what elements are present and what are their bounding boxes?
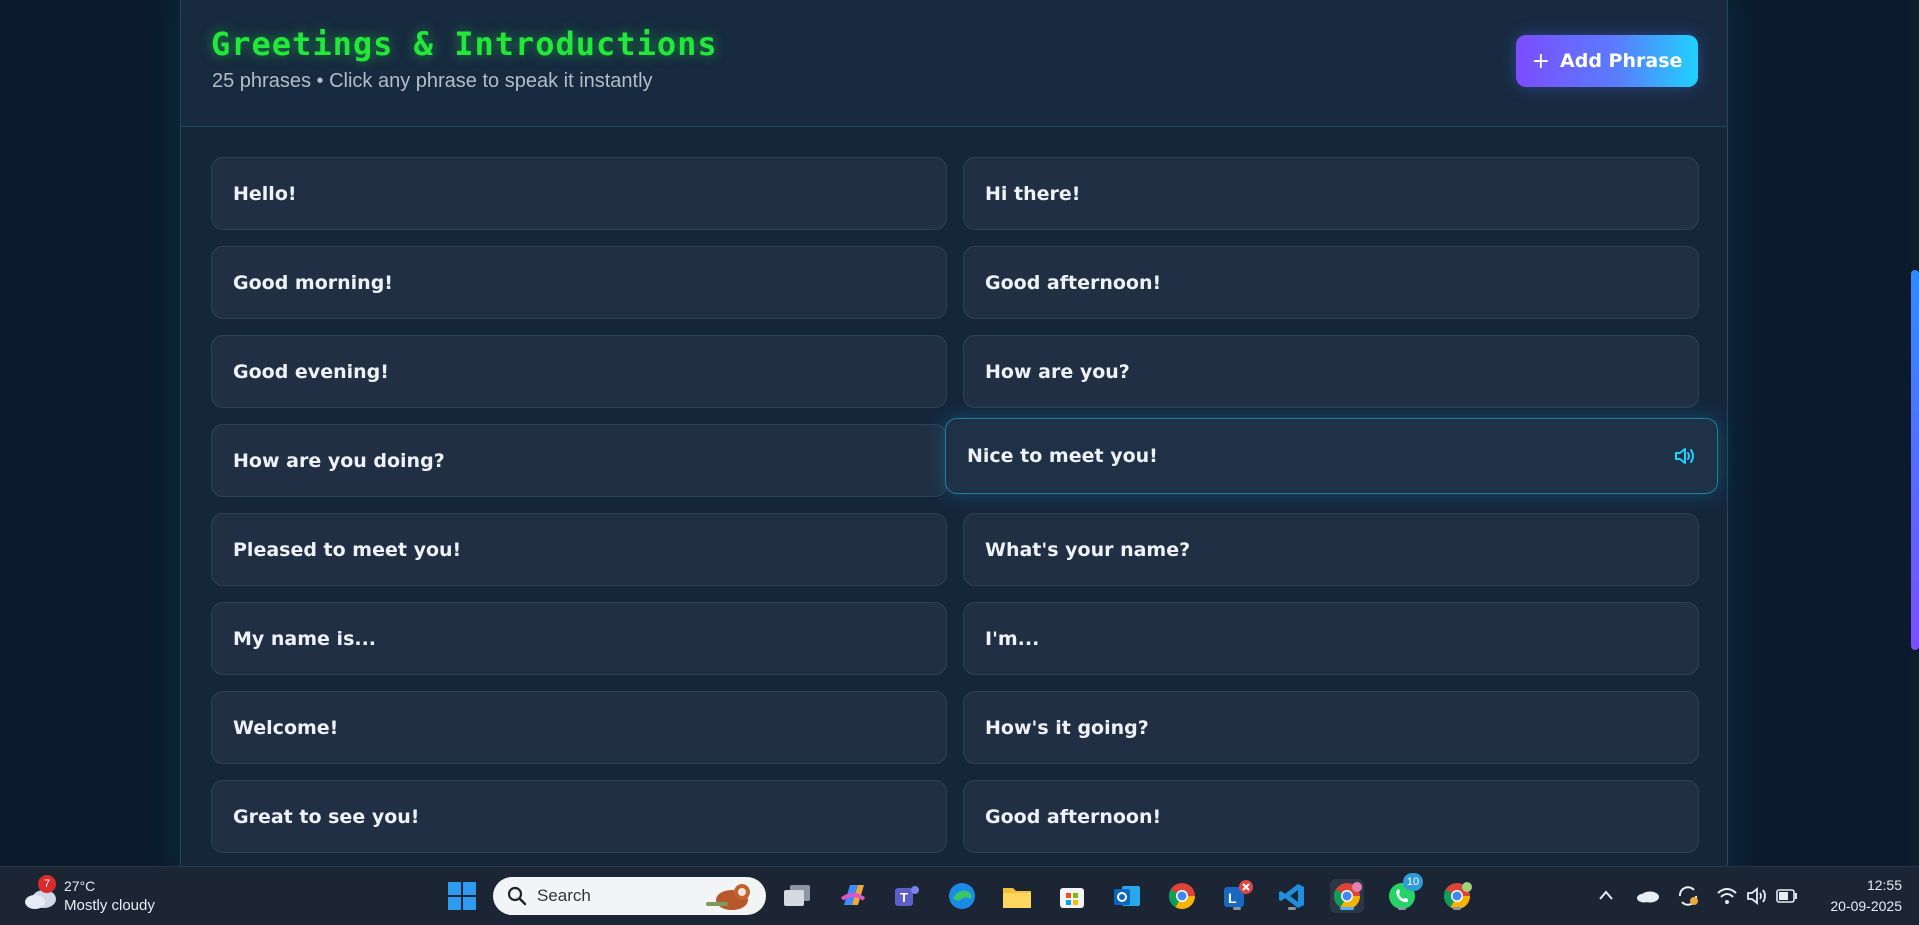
task-view-icon[interactable]	[780, 879, 814, 913]
battery-icon[interactable]	[1776, 889, 1798, 903]
scrollbar-thumb[interactable]	[1911, 270, 1919, 650]
phrase-card[interactable]: Good afternoon!	[963, 780, 1699, 853]
chrome-active-icon[interactable]	[1330, 879, 1364, 913]
phrase-card[interactable]: Great to see you!	[211, 780, 947, 853]
phrase-card[interactable]: Pleased to meet you!	[211, 513, 947, 586]
clock-date[interactable]: 20-09-2025	[1808, 898, 1902, 914]
chrome-profile-icon[interactable]	[1440, 879, 1474, 913]
phrase-card[interactable]: Good evening!	[211, 335, 947, 408]
speaker-icon[interactable]	[1673, 445, 1697, 467]
store-icon[interactable]	[1055, 879, 1089, 913]
phrase-card[interactable]: How are you?	[963, 335, 1699, 408]
phrase-card[interactable]: How's it going?	[963, 691, 1699, 764]
weather-temp: 27°C	[64, 878, 96, 894]
page-subtitle: 25 phrases • Click any phrase to speak i…	[212, 70, 653, 92]
weather-alert-badge: 7	[38, 875, 56, 893]
svg-text:L: L	[1228, 890, 1237, 906]
phrase-card[interactable]: Hello!	[211, 157, 947, 230]
active-indicator	[1340, 907, 1354, 910]
running-indicator	[1398, 907, 1406, 910]
phrase-text: Good morning!	[233, 271, 393, 294]
svg-text:T: T	[900, 890, 908, 905]
whatsapp-count-badge: 10	[1403, 873, 1423, 891]
phrase-card[interactable]: How are you doing?	[211, 424, 947, 497]
red-panda-icon	[706, 884, 750, 910]
running-indicator	[1233, 907, 1241, 910]
phrase-card[interactable]: Hi there!	[963, 157, 1699, 230]
phrase-card[interactable]: What's your name?	[963, 513, 1699, 586]
chrome-icon[interactable]	[1165, 879, 1199, 913]
running-indicator	[1453, 907, 1461, 910]
outlook-icon[interactable]	[1110, 879, 1144, 913]
phrase-text: I'm...	[985, 627, 1040, 650]
phrase-card-active[interactable]: Nice to meet you!	[945, 418, 1718, 494]
taskbar: 7 27°C Mostly cloudy Search T L 10 12:55…	[0, 866, 1919, 925]
phrase-text: Nice to meet you!	[967, 445, 1158, 467]
phrase-text: How's it going?	[985, 716, 1149, 739]
phrase-text: Great to see you!	[233, 805, 420, 828]
wifi-icon[interactable]	[1716, 887, 1738, 905]
onedrive-icon[interactable]	[1636, 887, 1660, 903]
chevron-up-icon[interactable]	[1598, 889, 1614, 901]
phrase-text: Good evening!	[233, 360, 389, 383]
phrase-text: Hi there!	[985, 182, 1081, 205]
page-title: Greetings & Introductions	[211, 25, 718, 63]
whatsapp-icon[interactable]: 10	[1385, 873, 1423, 913]
sync-icon[interactable]	[1676, 884, 1700, 908]
teams-icon[interactable]: T	[890, 879, 924, 913]
file-explorer-icon[interactable]	[1000, 879, 1034, 913]
phrase-text: How are you doing?	[233, 449, 445, 472]
phrase-card[interactable]: Good afternoon!	[963, 246, 1699, 319]
taskbar-search[interactable]: Search	[493, 877, 766, 915]
lens-icon[interactable]: L	[1220, 879, 1254, 913]
phrase-card[interactable]: Welcome!	[211, 691, 947, 764]
phrase-text: Good afternoon!	[985, 271, 1162, 294]
search-placeholder: Search	[537, 886, 591, 905]
phrase-card[interactable]: Good morning!	[211, 246, 947, 319]
phrase-text: My name is...	[233, 627, 377, 650]
clock-time[interactable]: 12:55	[1808, 877, 1902, 893]
add-phrase-button[interactable]: + Add Phrase	[1516, 35, 1698, 87]
phrase-text: Good afternoon!	[985, 805, 1162, 828]
edge-icon[interactable]	[945, 879, 979, 913]
running-indicator	[1288, 907, 1296, 910]
phrase-card[interactable]: My name is...	[211, 602, 947, 675]
vscode-icon[interactable]	[1275, 879, 1309, 913]
search-icon	[507, 886, 527, 906]
phrase-text: Pleased to meet you!	[233, 538, 462, 561]
phrase-text: How are you?	[985, 360, 1130, 383]
phrase-card[interactable]: I'm...	[963, 602, 1699, 675]
weather-widget[interactable]: 7 27°C Mostly cloudy	[24, 875, 184, 917]
page-scrollbar[interactable]	[1911, 0, 1919, 866]
phrase-text: Hello!	[233, 182, 297, 205]
volume-icon[interactable]	[1746, 887, 1768, 905]
phrase-text: What's your name?	[985, 538, 1191, 561]
phrase-text: Welcome!	[233, 716, 339, 739]
weather-condition: Mostly cloudy	[64, 897, 155, 914]
add-phrase-label: Add Phrase	[1560, 50, 1683, 72]
plus-icon: +	[1531, 48, 1551, 74]
windows-start-icon[interactable]	[445, 879, 479, 913]
app-viewport: Greetings & Introductions 25 phrases • C…	[0, 0, 1919, 866]
panel-header: Greetings & Introductions 25 phrases • C…	[181, 0, 1727, 127]
copilot-icon[interactable]	[836, 879, 870, 913]
